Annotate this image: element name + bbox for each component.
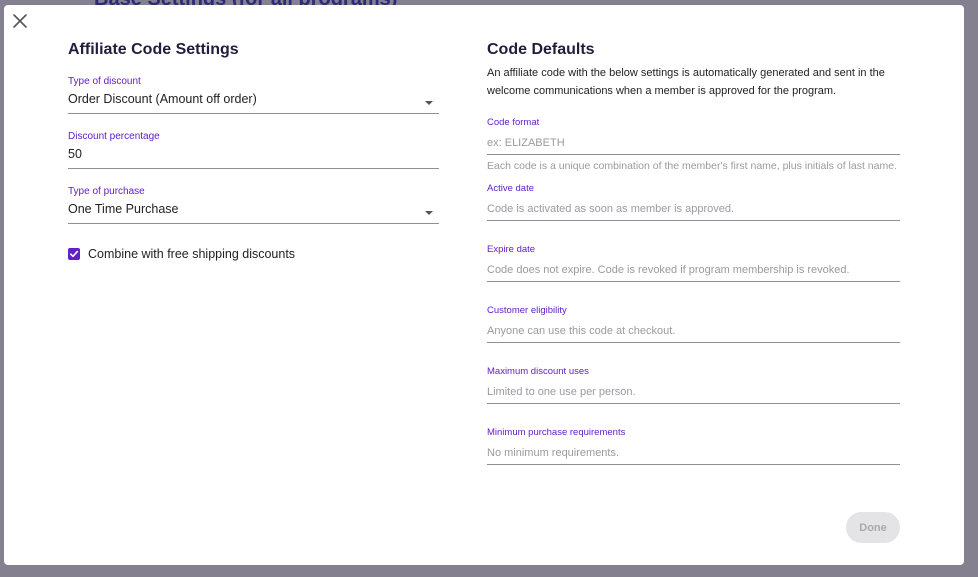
checkmark-icon: [70, 250, 79, 258]
field-label: Discount percentage: [68, 131, 160, 142]
customer-eligibility-field: Customer eligibility Anyone can use this…: [487, 305, 900, 343]
section-title: Code Defaults: [487, 41, 595, 58]
field-label: Type of discount: [68, 76, 141, 87]
section-description: An affiliate code with the below setting…: [487, 67, 885, 97]
close-icon: [13, 14, 27, 28]
field-helper-text: Each code is a unique combination of the…: [487, 160, 897, 172]
combine-free-shipping-checkbox[interactable]: [68, 248, 80, 260]
field-value: One Time Purchase: [68, 202, 179, 216]
checkbox-label: Combine with free shipping discounts: [88, 247, 296, 261]
field-placeholder: Code is activated as soon as member is a…: [487, 203, 735, 215]
affiliate-settings-modal: Affiliate Code Settings Type of discount…: [4, 5, 964, 565]
field-value: Order Discount (Amount off order): [68, 92, 257, 106]
field-label: Code format: [487, 117, 540, 128]
discount-percentage-input[interactable]: Discount percentage 50: [68, 131, 439, 169]
field-placeholder: Anyone can use this code at checkout.: [487, 325, 676, 337]
field-label: Type of purchase: [68, 186, 145, 197]
done-button[interactable]: Done: [846, 512, 900, 543]
field-label: Customer eligibility: [487, 305, 567, 316]
affiliate-code-settings-section: Affiliate Code Settings Type of discount…: [68, 40, 439, 261]
type-of-purchase-select[interactable]: Type of purchase One Time Purchase: [68, 186, 439, 224]
minimum-purchase-requirements-field: Minimum purchase requirements No minimum…: [487, 427, 900, 465]
field-label: Active date: [487, 183, 534, 194]
field-placeholder: No minimum requirements.: [487, 447, 620, 459]
active-date-field: Active date Code is activated as soon as…: [487, 183, 900, 221]
expire-date-field: Expire date Code does not expire. Code i…: [487, 244, 900, 282]
combine-free-shipping-option: Combine with free shipping discounts: [68, 247, 439, 261]
close-button[interactable]: [12, 13, 28, 29]
section-title: Affiliate Code Settings: [68, 41, 239, 58]
type-of-discount-select[interactable]: Type of discount Order Discount (Amount …: [68, 76, 439, 114]
code-defaults-section: Code Defaults An affiliate code with the…: [487, 40, 900, 465]
field-label: Minimum purchase requirements: [487, 427, 626, 438]
field-label: Expire date: [487, 244, 536, 255]
field-placeholder: Limited to one use per person.: [487, 386, 636, 398]
field-value: 50: [68, 147, 82, 161]
chevron-down-icon: [425, 211, 433, 215]
field-label: Maximum discount uses: [487, 366, 589, 377]
field-placeholder: Code does not expire. Code is revoked if…: [487, 264, 850, 276]
code-format-field: Code format ex: ELIZABETH: [487, 117, 900, 155]
field-placeholder: ex: ELIZABETH: [487, 137, 565, 149]
maximum-discount-uses-field: Maximum discount uses Limited to one use…: [487, 366, 900, 404]
chevron-down-icon: [425, 101, 433, 105]
